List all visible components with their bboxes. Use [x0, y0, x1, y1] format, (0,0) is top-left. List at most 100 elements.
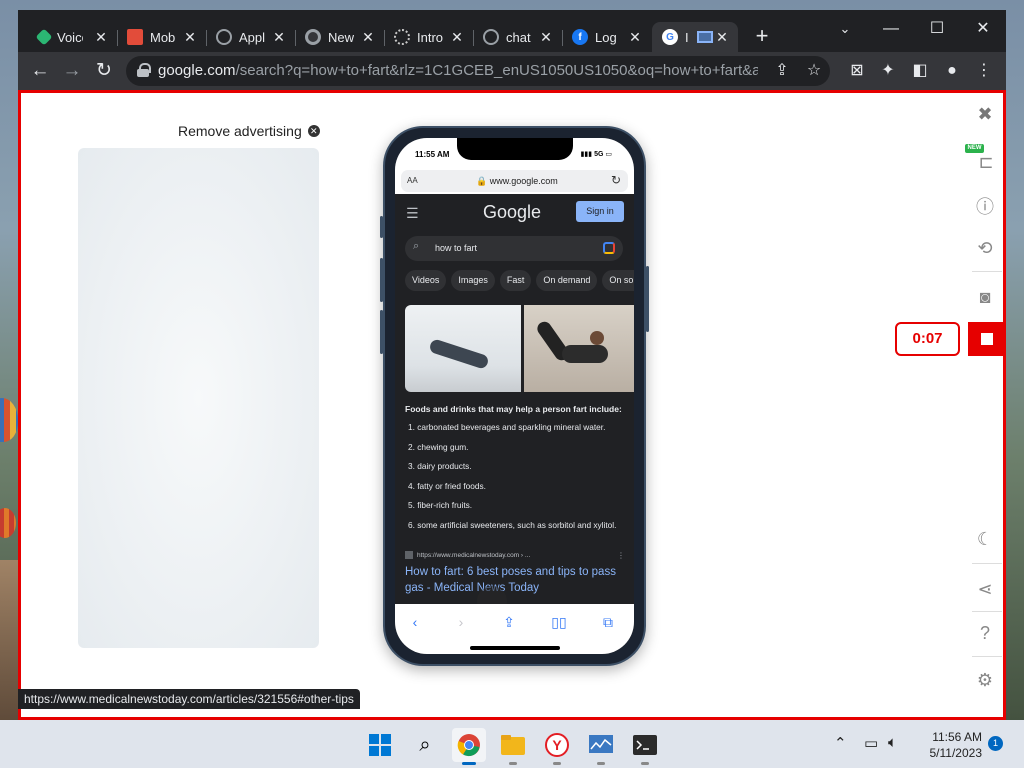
tabs-icon[interactable]: ⧉ — [596, 612, 620, 632]
safari-url-field[interactable]: AA 🔒 www.google.com ↻ — [401, 170, 628, 192]
back-button[interactable]: ← — [27, 58, 53, 84]
safari-url: 🔒 www.google.com — [476, 176, 558, 186]
close-icon[interactable]: ✕ — [538, 29, 554, 45]
taskbar-chrome[interactable] — [452, 728, 486, 765]
result-title-link[interactable]: How to fart: 6 best poses and tips to pa… — [405, 564, 627, 596]
extension-icon[interactable]: ⊠ — [846, 60, 868, 82]
puzzle-icon[interactable]: ✦ — [877, 60, 899, 82]
side-panel-icon[interactable]: ◧ — [909, 60, 931, 82]
yoga-pose — [562, 345, 608, 363]
tab-mobile[interactable]: Mob ✕ — [117, 22, 207, 52]
google-logo[interactable]: Google — [483, 202, 541, 223]
menu-icon[interactable]: ⋮ — [973, 60, 995, 82]
hamburger-menu-icon[interactable]: ☰ — [406, 205, 419, 222]
tab-voice[interactable]: Voice ✕ — [28, 22, 118, 52]
maximize-button[interactable]: ☐ — [914, 14, 960, 44]
address-bar[interactable]: google.com/search?q=how+to+fart&rlz=1C1G… — [126, 56, 830, 86]
close-circle-icon[interactable]: ✖ — [971, 100, 999, 128]
close-icon[interactable]: ✕ — [360, 29, 376, 45]
stop-recording-button[interactable] — [968, 322, 1006, 356]
list-item: 3. dairy products. — [408, 461, 472, 471]
reload-icon[interactable]: ↻ — [611, 173, 621, 187]
device-switch-icon[interactable]: ⊏ — [972, 148, 1000, 176]
notification-badge[interactable]: 1 — [988, 736, 1003, 751]
start-button[interactable] — [363, 728, 397, 762]
bookmarks-icon[interactable]: ▯▯ — [547, 612, 571, 632]
settings-gear-icon[interactable]: ⚙ — [971, 666, 999, 694]
divider — [972, 656, 1002, 657]
chip-fast[interactable]: Fast — [499, 270, 532, 291]
chip-on-some[interactable]: On some — [602, 270, 634, 291]
terminal-icon — [633, 735, 657, 755]
tab-apple[interactable]: Appl ✕ — [206, 22, 296, 52]
google-lens-icon[interactable] — [603, 242, 615, 254]
share-icon[interactable]: ⇪ — [497, 612, 521, 632]
window-close-button[interactable]: ✕ — [960, 14, 1006, 44]
status-bar-url: https://www.medicalnewstoday.com/article… — [18, 689, 360, 709]
safari-address-bar[interactable]: AA 🔒 www.google.com ↻ — [395, 168, 634, 194]
tab-intro[interactable]: Intro ✕ — [384, 22, 474, 52]
new-tab-button[interactable]: + — [749, 24, 775, 50]
chip-videos[interactable]: Videos — [405, 270, 447, 291]
url-text[interactable]: google.com/search?q=how+to+fart&rlz=1C1G… — [158, 62, 758, 79]
phone-notch — [457, 138, 573, 160]
info-icon[interactable]: ⓘ — [971, 192, 999, 220]
text-size-button[interactable]: AA — [407, 176, 418, 185]
profile-icon[interactable]: ● — [941, 60, 963, 82]
close-icon[interactable]: ✕ — [627, 29, 643, 45]
network-type: 5G — [594, 151, 604, 158]
list-item: 1. carbonated beverages and sparkling mi… — [408, 422, 606, 432]
list-item: 4. fatty or fried foods. — [408, 480, 486, 491]
chip-on-demand[interactable]: On demand — [536, 270, 598, 291]
google-search-box[interactable]: ⌕ how to fart — [405, 236, 623, 261]
tab-new[interactable]: New ✕ — [295, 22, 385, 52]
close-icon[interactable]: ✕ — [271, 29, 287, 45]
rock-formation — [0, 560, 20, 720]
display-icon[interactable]: ▭ — [864, 734, 878, 752]
forward-button[interactable]: → — [59, 58, 85, 84]
close-icon[interactable]: ✕ — [714, 29, 730, 45]
search-button[interactable]: ⌕ — [408, 728, 442, 762]
share-icon[interactable]: ⋖ — [971, 575, 999, 603]
system-clock[interactable]: 11:56 AM 5/11/2023 — [912, 729, 983, 761]
close-icon[interactable]: ✕ — [182, 29, 198, 45]
forward-icon[interactable]: › — [449, 612, 473, 632]
volume-icon[interactable]: 🔈︎ — [888, 734, 897, 751]
taskbar-terminal[interactable] — [628, 728, 662, 765]
taskbar-file-explorer[interactable] — [496, 728, 530, 765]
running-indicator — [597, 762, 605, 765]
yoga-image[interactable] — [405, 305, 521, 392]
taskbar-monitor-app[interactable] — [584, 728, 618, 765]
tab-search-button[interactable]: ⌄ — [822, 14, 868, 44]
tab-facebook-login[interactable]: f Log ✕ — [562, 22, 651, 52]
chrome-window: Voice ✕ Mob ✕ Appl ✕ New ✕ Intro ✕ — [18, 10, 1006, 720]
mobile-icon — [127, 29, 143, 45]
image-results — [405, 305, 634, 393]
divider — [972, 271, 1002, 272]
sign-in-button[interactable]: Sign in — [576, 201, 624, 222]
tab-chat[interactable]: chat ✕ — [473, 22, 563, 52]
globe-icon — [483, 29, 499, 45]
dark-mode-icon[interactable]: ☾ — [971, 525, 999, 553]
close-icon[interactable]: ✕ — [93, 29, 109, 45]
clock-time: 11:56 AM — [932, 730, 982, 744]
share-icon[interactable]: ⇪ — [771, 60, 793, 82]
lock-icon — [137, 63, 151, 77]
chip-images[interactable]: Images — [451, 270, 495, 291]
help-icon[interactable]: ? — [971, 619, 999, 647]
back-icon[interactable]: ‹ — [403, 612, 427, 632]
remove-advertising-link[interactable]: Remove advertising ✕ — [178, 123, 320, 139]
taskbar-yandex[interactable]: Y — [540, 728, 574, 765]
more-options-icon[interactable]: ⋮ — [617, 551, 625, 560]
minimize-button[interactable]: — — [868, 14, 914, 44]
rotate-icon[interactable]: ⟲ — [971, 234, 999, 262]
tab-google-active[interactable]: G I ✕ — [652, 22, 738, 52]
reload-button[interactable]: ↻ — [91, 58, 117, 84]
chevron-up-icon[interactable]: ⌃ — [834, 734, 847, 752]
yoga-image[interactable] — [524, 305, 634, 392]
star-icon[interactable]: ☆ — [803, 60, 825, 82]
camera-icon[interactable]: ◙ — [971, 283, 999, 311]
featured-snippet: Foods and drinks that may help a person … — [405, 404, 627, 539]
close-icon[interactable]: ✕ — [449, 29, 465, 45]
phone-screen[interactable]: 11:55 AM ▮▮▮ 5G ▭ AA 🔒 www.google.com ↻ … — [395, 138, 634, 654]
